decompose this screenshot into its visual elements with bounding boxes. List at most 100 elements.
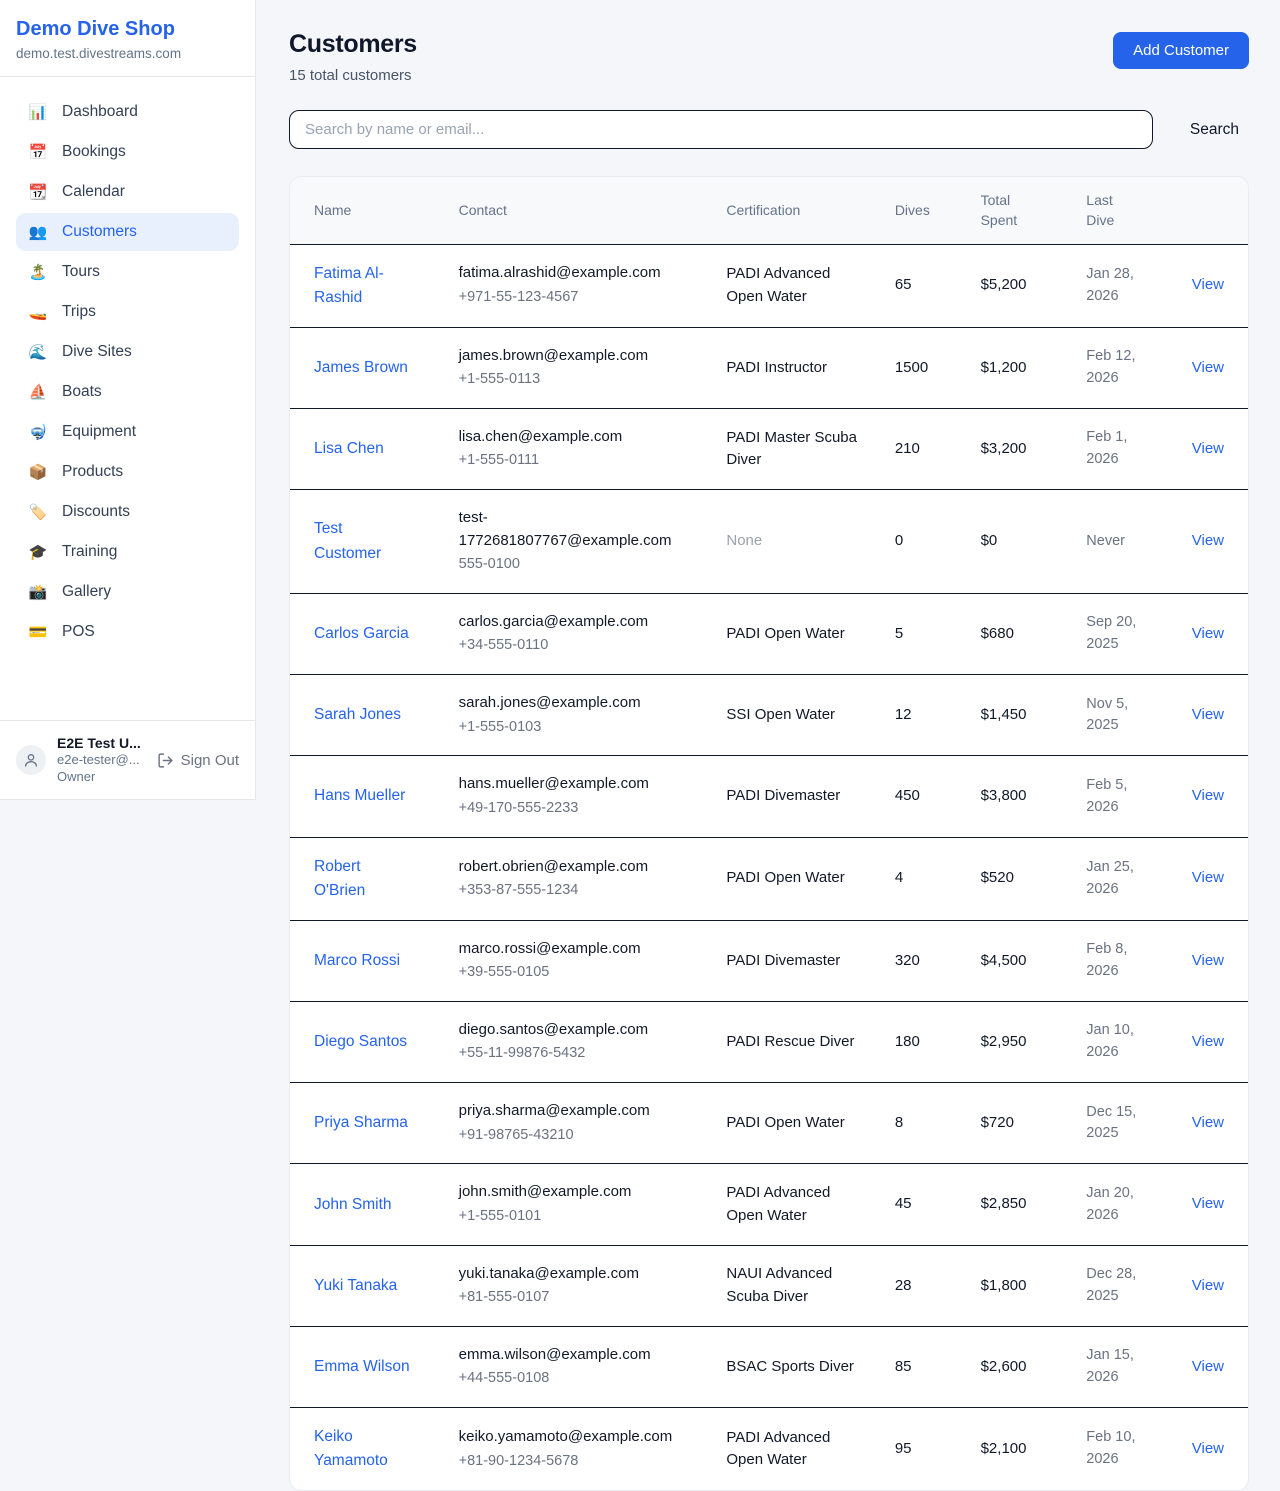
sidebar-item-customers[interactable]: 👥Customers (16, 213, 239, 251)
customer-name-link[interactable]: Keiko Yamamoto (314, 1425, 412, 1473)
sign-out-button[interactable]: Sign Out (157, 752, 239, 769)
view-customer-link[interactable]: View (1192, 952, 1224, 969)
sidebar-item-bookings[interactable]: 📅Bookings (16, 133, 239, 171)
user-section: E2E Test U... e2e-tester@... Owner Sign … (0, 720, 255, 799)
table-row: Carlos Garciacarlos.garcia@example.com+3… (290, 593, 1248, 674)
customer-email: fatima.alrashid@example.com (459, 262, 691, 285)
customer-dives-cell: 180 (883, 1001, 969, 1082)
customer-total-spent-cell: $680 (969, 593, 1075, 674)
customer-dives-cell: 12 (883, 675, 969, 756)
table-row: Sarah Jonessarah.jones@example.com+1-555… (290, 675, 1248, 756)
sidebar-item-trips[interactable]: 🚤Trips (16, 293, 239, 331)
customer-contact-cell: robert.obrien@example.com+353-87-555-123… (447, 837, 715, 920)
view-customer-link[interactable]: View (1192, 359, 1224, 376)
search-button[interactable]: Search (1180, 121, 1249, 139)
customer-email: carlos.garcia@example.com (459, 611, 691, 634)
customer-email: diego.santos@example.com (459, 1019, 691, 1042)
customer-name-link[interactable]: Fatima Al-Rashid (314, 262, 412, 310)
dashboard-icon: 📊 (28, 103, 48, 121)
sidebar-item-tours[interactable]: 🏝️Tours (16, 253, 239, 291)
trips-icon: 🚤 (28, 303, 48, 321)
customer-name-link[interactable]: Carlos Garcia (314, 622, 409, 646)
customer-dives-cell: 95 (883, 1408, 969, 1491)
view-customer-link[interactable]: View (1192, 1114, 1224, 1131)
sidebar-item-label: Dive Sites (62, 343, 132, 361)
customer-name-link[interactable]: Emma Wilson (314, 1355, 410, 1379)
column-header-dives: Dives (883, 177, 969, 244)
view-customer-link[interactable]: View (1192, 1277, 1224, 1294)
sidebar-item-discounts[interactable]: 🏷️Discounts (16, 493, 239, 531)
customer-email: test-1772681807767@example.com (459, 507, 691, 552)
customer-name-link[interactable]: John Smith (314, 1193, 392, 1217)
view-customer-link[interactable]: View (1192, 869, 1224, 886)
person-icon (23, 752, 39, 768)
customer-email: yuki.tanaka@example.com (459, 1263, 691, 1286)
column-header-actions (1170, 177, 1248, 244)
customer-dives-cell: 4 (883, 837, 969, 920)
customer-name-cell: James Brown (290, 327, 447, 408)
sidebar-item-boats[interactable]: ⛵Boats (16, 373, 239, 411)
customer-last-dive: Feb 5, 2026 (1086, 775, 1152, 819)
customer-name-link[interactable]: James Brown (314, 356, 408, 380)
customer-phone: +44-555-0108 (459, 1368, 703, 1390)
customer-last-dive-cell: Feb 10, 2026 (1074, 1408, 1170, 1491)
customer-actions-cell: View (1170, 327, 1248, 408)
customer-last-dive-cell: Feb 1, 2026 (1074, 408, 1170, 489)
pos-icon: 💳 (28, 623, 48, 641)
customer-dives-cell: 320 (883, 920, 969, 1001)
view-customer-link[interactable]: View (1192, 625, 1224, 642)
sidebar-item-pos[interactable]: 💳POS (16, 613, 239, 651)
column-header-label: Certification (726, 202, 800, 218)
customer-name-link[interactable]: Lisa Chen (314, 437, 384, 461)
customer-contact-cell: john.smith@example.com+1-555-0101 (447, 1164, 715, 1245)
customer-certification: SSI Open Water (726, 704, 835, 727)
search-input[interactable] (289, 110, 1153, 149)
customer-email: keiko.yamamoto@example.com (459, 1426, 691, 1449)
customer-name-link[interactable]: Marco Rossi (314, 949, 400, 973)
customer-actions-cell: View (1170, 837, 1248, 920)
sidebar-item-label: Boats (62, 383, 102, 401)
customer-name-link[interactable]: Priya Sharma (314, 1111, 408, 1135)
view-customer-link[interactable]: View (1192, 276, 1224, 293)
view-customer-link[interactable]: View (1192, 1440, 1224, 1457)
customer-name-cell: John Smith (290, 1164, 447, 1245)
customer-name-link[interactable]: Yuki Tanaka (314, 1274, 397, 1298)
customer-last-dive: Jan 25, 2026 (1086, 857, 1152, 901)
customer-certification: NAUI Advanced Scuba Diver (726, 1263, 858, 1308)
table-body: Fatima Al-Rashid fatima.alrashid@example.… (290, 244, 1248, 1490)
view-customer-link[interactable]: View (1192, 1195, 1224, 1212)
view-customer-link[interactable]: View (1192, 787, 1224, 804)
customer-last-dive: Dec 15, 2025 (1086, 1102, 1152, 1146)
customer-actions-cell: View (1170, 1083, 1248, 1164)
view-customer-link[interactable]: View (1192, 1033, 1224, 1050)
customer-last-dive-cell: Jan 15, 2026 (1074, 1326, 1170, 1407)
customer-actions-cell: View (1170, 490, 1248, 594)
view-customer-link[interactable]: View (1192, 706, 1224, 723)
column-header-name: Name (290, 177, 447, 244)
customers-icon: 👥 (28, 223, 48, 241)
customer-name-link[interactable]: Hans Mueller (314, 784, 405, 808)
customer-name-link[interactable]: Test Customer (314, 517, 412, 565)
view-customer-link[interactable]: View (1192, 1358, 1224, 1375)
sidebar-item-label: Calendar (62, 183, 125, 201)
customer-last-dive-cell: Feb 8, 2026 (1074, 920, 1170, 1001)
sidebar-item-training[interactable]: 🎓Training (16, 533, 239, 571)
view-customer-link[interactable]: View (1192, 532, 1224, 549)
sidebar-item-dashboard[interactable]: 📊Dashboard (16, 93, 239, 131)
customer-name-link[interactable]: Robert O'Brien (314, 855, 412, 903)
customer-name-link[interactable]: Diego Santos (314, 1030, 407, 1054)
sidebar-item-dive-sites[interactable]: 🌊Dive Sites (16, 333, 239, 371)
customer-phone: +55-11-99876-5432 (459, 1043, 703, 1065)
sidebar-item-products[interactable]: 📦Products (16, 453, 239, 491)
customer-name-link[interactable]: Sarah Jones (314, 703, 401, 727)
sidebar-item-equipment[interactable]: 🤿Equipment (16, 413, 239, 451)
column-header-contact: Contact (447, 177, 715, 244)
add-customer-button[interactable]: Add Customer (1113, 32, 1249, 69)
sidebar-item-gallery[interactable]: 📸Gallery (16, 573, 239, 611)
customer-total-spent-cell: $1,800 (969, 1245, 1075, 1326)
customer-contact-cell: test-1772681807767@example.com555-0100 (447, 490, 715, 594)
view-customer-link[interactable]: View (1192, 440, 1224, 457)
table-header-row: NameContactCertificationDivesTotal Spent… (290, 177, 1248, 244)
sidebar-item-calendar[interactable]: 📆Calendar (16, 173, 239, 211)
customer-contact-cell: hans.mueller@example.com+49-170-555-2233 (447, 756, 715, 837)
